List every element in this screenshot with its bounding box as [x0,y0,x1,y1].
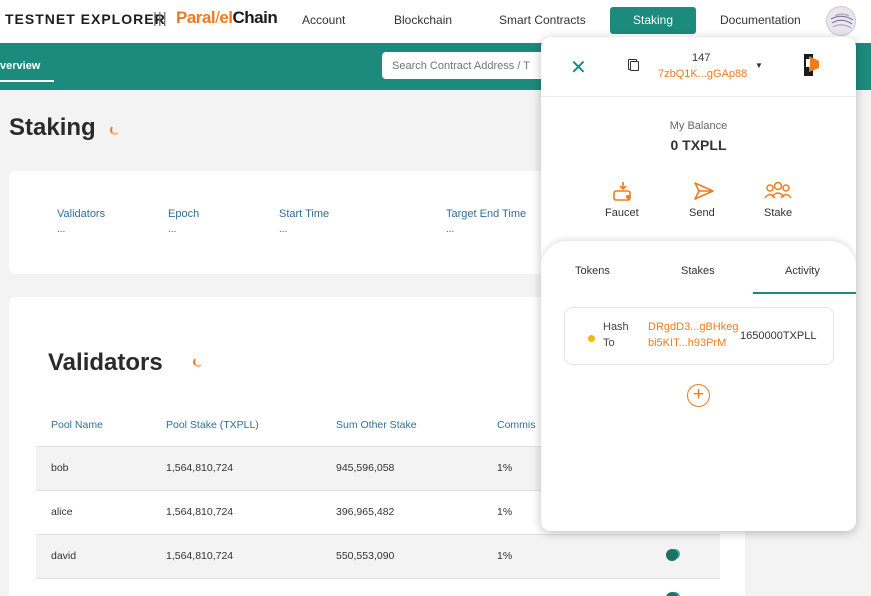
stake-label[interactable]: Stake [764,207,792,219]
nav-blockchain[interactable]: Blockchain [394,13,452,27]
stat-value-start-time: ... [279,224,288,235]
cell-commission: 1% [497,462,513,474]
activity-item[interactable]: Hash To DRgdD3...gBHkeg bi5KIT...h93PrM … [564,307,834,365]
cell-pool-stake: 1,564,810,724 [166,462,234,474]
column-header-sum-other-stake[interactable]: Sum Other Stake [336,419,417,431]
wallet-popup: ✕ 147 7zbQ1K...gGAp88 ▼ My Balance 0 TXP… [541,37,856,531]
tab-overview[interactable]: verview [0,60,40,72]
close-icon[interactable]: ✕ [570,55,587,80]
tab-activity[interactable]: Activity [785,265,820,277]
wallet-header: ✕ 147 7zbQ1K...gGAp88 ▼ [541,37,856,97]
cell-pool-name: bob [51,462,69,474]
stake-action-icon[interactable] [666,549,678,561]
wallet-tabs-panel: Tokens Stakes Activity Hash To DRgdD3...… [541,241,856,531]
stat-label-target-end-time: Target End Time [446,208,527,220]
faucet-label[interactable]: Faucet [605,207,639,219]
stake-action-icon[interactable] [666,592,678,596]
account-number: 147 [692,52,711,64]
stat-label-epoch: Epoch [168,208,200,220]
tab-active-underline [753,292,856,294]
cell-pool-name: david [51,550,77,562]
stat-value-target-end-time: ... [446,224,455,235]
send-icon[interactable] [692,180,716,202]
stat-value-epoch: ... [168,224,177,235]
parallelchain-wallet-logo-icon [804,54,819,76]
tab-stakes[interactable]: Stakes [681,265,715,277]
tab-active-underline [0,80,54,82]
column-header-pool-stake[interactable]: Pool Stake (TXPLL) [166,419,259,431]
user-avatar[interactable] [826,6,856,36]
cell-pool-stake: 1,564,810,724 [166,550,234,562]
chevron-down-icon[interactable]: ▼ [755,61,763,70]
balance-value: 0 TXPLL [670,137,727,153]
balance-label: My Balance [669,120,728,132]
cell-other-stake: 945,596,058 [336,462,395,474]
avatar-swirl-icon [830,13,854,29]
page-title: Staking [9,114,96,141]
faucet-icon[interactable] [611,180,635,202]
brand-separator: ||| [153,10,168,27]
search-input[interactable] [382,52,552,79]
stats-card: Validators ... Epoch ... Start Time ... … [9,171,569,274]
stat-label-validators: Validators [57,208,106,220]
recipient-address[interactable]: bi5KIT...h93PrM [648,337,726,349]
to-label: To [603,337,615,349]
send-label[interactable]: Send [689,207,715,219]
cell-other-stake: 550,553,090 [336,550,395,562]
nav-smart-contracts[interactable]: Smart Contracts [499,13,586,27]
cell-pool-stake: 1,564,810,724 [166,506,234,518]
cell-other-stake: 396,965,482 [336,506,395,518]
cell-commission: 1% [497,550,513,562]
cell-pool-name: alice [51,506,73,518]
stat-label-start-time: Start Time [279,208,330,220]
cell-commission: 1% [497,506,513,518]
table-row[interactable] [36,578,720,596]
nav-account[interactable]: Account [302,13,345,27]
validators-title: Validators [48,349,163,376]
copy-icon[interactable] [628,59,639,71]
transaction-hash[interactable]: DRgdD3...gBHkeg [648,321,739,333]
nav-staking[interactable]: Staking [610,7,697,34]
column-header-pool-name[interactable]: Pool Name [51,419,103,431]
brand-title[interactable]: TESTNET EXPLORER [5,11,166,27]
hash-label: Hash [603,321,629,333]
add-icon[interactable]: + [687,384,710,407]
pending-status-icon [588,335,595,342]
nav-documentation[interactable]: Documentation [720,13,801,27]
table-row[interactable]: david 1,564,810,724 550,553,090 1% [36,534,720,578]
parallelchain-logo[interactable]: Paral/elChain [176,8,278,28]
loading-spinner-icon [110,125,120,135]
stake-icon[interactable] [764,180,792,202]
validators-loading-icon [193,357,203,367]
stat-value-validators: ... [57,224,66,235]
wallet-address[interactable]: 7zbQ1K...gGAp88 [658,68,747,80]
transaction-amount: 1650000TXPLL [740,330,817,342]
tab-tokens[interactable]: Tokens [575,265,610,277]
column-header-commission[interactable]: Commis [497,419,536,431]
